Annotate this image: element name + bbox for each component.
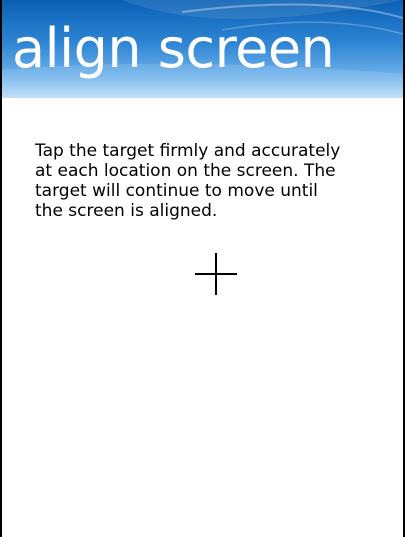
instructions-line: Tap the target firmly and accurately [35, 141, 341, 161]
instructions-line: target will continue to move until [35, 181, 318, 201]
align-screen-window: align screen Tap the target firmly and a… [0, 0, 405, 537]
header-banner: align screen [2, 0, 403, 98]
instructions-line: at each location on the screen. The [35, 161, 336, 181]
crosshair-vertical-line [215, 253, 217, 295]
page-title: align screen [12, 17, 335, 80]
crosshair-icon[interactable] [195, 253, 237, 295]
instructions-text: Tap the target firmly and accurately at … [35, 141, 385, 221]
instructions-line: the screen is aligned. [35, 201, 218, 221]
